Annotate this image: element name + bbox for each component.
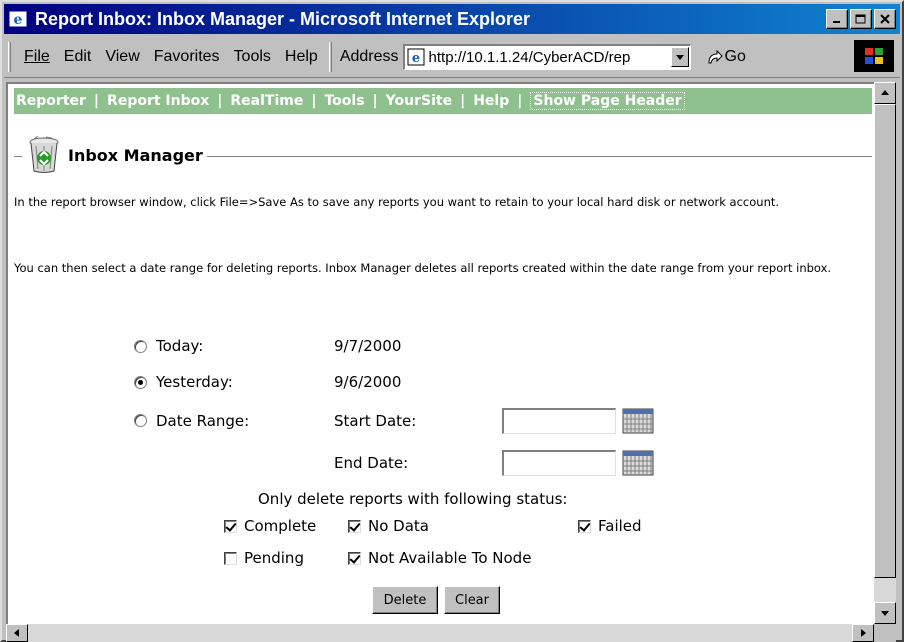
chevron-down-icon — [881, 611, 889, 616]
address-bar[interactable]: e http://10.1.1.24/CyberACD/rep — [402, 43, 691, 70]
nav-separator: | — [311, 93, 317, 109]
menu-tools[interactable]: Tools — [227, 48, 278, 66]
recycle-bin-icon — [29, 136, 59, 173]
chevron-right-icon — [861, 629, 866, 637]
menu-toolbar: File Edit View Favorites Tools Help Addr… — [4, 36, 900, 78]
nav-link-yoursite[interactable]: YourSite — [386, 93, 452, 109]
nav-separator: | — [517, 93, 523, 109]
menu-edit[interactable]: Edit — [57, 48, 99, 66]
go-arrow-icon — [708, 49, 723, 63]
no-data-checkbox[interactable] — [348, 520, 361, 533]
nav-link-help[interactable]: Help — [473, 93, 509, 109]
nav-link-tools[interactable]: Tools — [324, 93, 364, 109]
today-label: Today: — [156, 337, 204, 355]
toolbar-grip[interactable] — [8, 41, 11, 72]
nav-link-report-inbox[interactable]: Report Inbox — [107, 93, 209, 109]
chevron-up-icon — [881, 90, 889, 95]
start-date-calendar-button[interactable] — [622, 408, 654, 434]
start-date-input[interactable] — [502, 408, 616, 434]
close-icon — [880, 13, 890, 24]
address-dropdown-button[interactable] — [670, 46, 689, 67]
menu-file[interactable]: File — [17, 48, 57, 66]
address-label: Address — [339, 47, 399, 65]
scroll-down-button[interactable] — [874, 602, 896, 624]
svg-text:e: e — [14, 12, 23, 28]
end-date-label: End Date: — [334, 454, 409, 472]
yesterday-label: Yesterday: — [156, 373, 233, 391]
menu-favorites[interactable]: Favorites — [147, 48, 227, 66]
scroll-corner — [874, 624, 896, 642]
no-data-label: No Data — [368, 517, 429, 535]
go-button[interactable]: Go — [705, 48, 746, 66]
not-available-checkbox[interactable] — [348, 552, 361, 565]
complete-checkbox[interactable] — [224, 520, 237, 533]
browser-window: e Report Inbox: Inbox Manager - Microsof… — [0, 0, 904, 642]
date-range-radio[interactable] — [134, 414, 147, 427]
status-filter-heading: Only delete reports with following statu… — [258, 490, 568, 508]
title-bar[interactable]: e Report Inbox: Inbox Manager - Microsof… — [4, 4, 900, 34]
today-radio[interactable] — [134, 340, 147, 353]
not-available-label: Not Available To Node — [368, 549, 532, 567]
site-nav-bar: Reporter | Report Inbox | RealTime | Too… — [14, 88, 872, 114]
address-input[interactable]: http://10.1.1.24/CyberACD/rep — [429, 49, 667, 66]
nav-link-reporter[interactable]: Reporter — [16, 93, 86, 109]
nav-separator: | — [460, 93, 466, 109]
scroll-up-button[interactable] — [874, 82, 896, 104]
calendar-icon — [622, 450, 654, 476]
end-date-calendar-button[interactable] — [622, 450, 654, 476]
clear-button[interactable]: Clear — [444, 586, 500, 614]
scroll-thumb[interactable] — [874, 104, 896, 578]
date-range-label: Date Range: — [156, 412, 250, 430]
pending-checkbox[interactable] — [224, 552, 237, 565]
complete-label: Complete — [244, 517, 317, 535]
close-button[interactable] — [874, 9, 896, 29]
svg-text:e: e — [411, 51, 419, 66]
start-date-label: Start Date: — [334, 412, 417, 430]
window-title: Report Inbox: Inbox Manager - Microsoft … — [35, 8, 531, 29]
end-date-input[interactable] — [502, 450, 616, 476]
maximize-button[interactable] — [850, 9, 872, 29]
minimize-button[interactable] — [826, 9, 848, 29]
instructions-text-2: You can then select a date range for del… — [14, 261, 832, 275]
instructions-text-1: In the report browser window, click File… — [14, 195, 780, 209]
maximize-icon — [855, 14, 866, 23]
horizontal-scrollbar[interactable] — [6, 624, 874, 642]
address-grip[interactable] — [328, 41, 332, 72]
minimize-icon — [833, 21, 840, 23]
calendar-icon — [622, 408, 654, 434]
delete-button[interactable]: Delete — [372, 586, 438, 614]
section-header: Inbox Manager — [14, 134, 872, 176]
vertical-scrollbar[interactable] — [874, 82, 896, 624]
nav-separator: | — [217, 93, 223, 109]
nav-link-show-page-header[interactable]: Show Page Header — [530, 92, 685, 110]
scroll-right-button[interactable] — [852, 624, 874, 642]
chevron-down-icon — [675, 54, 684, 60]
page-title: Inbox Manager — [68, 145, 203, 165]
menu-view[interactable]: View — [98, 48, 146, 66]
failed-checkbox[interactable] — [578, 520, 591, 533]
nav-separator: | — [93, 93, 100, 109]
page-icon: e — [407, 48, 425, 66]
go-label: Go — [724, 47, 746, 65]
failed-label: Failed — [598, 517, 642, 535]
scroll-left-button[interactable] — [6, 624, 28, 642]
pending-label: Pending — [244, 549, 304, 567]
today-date: 9/7/2000 — [334, 337, 402, 355]
chevron-left-icon — [14, 629, 19, 637]
yesterday-radio[interactable] — [134, 376, 147, 389]
windows-logo-icon — [854, 40, 894, 72]
menu-help[interactable]: Help — [278, 48, 325, 66]
nav-separator: | — [372, 93, 378, 109]
page-content: Reporter | Report Inbox | RealTime | Too… — [6, 82, 874, 624]
yesterday-date: 9/6/2000 — [334, 373, 402, 391]
ie-icon: e — [7, 8, 29, 30]
nav-link-realtime[interactable]: RealTime — [230, 93, 303, 109]
